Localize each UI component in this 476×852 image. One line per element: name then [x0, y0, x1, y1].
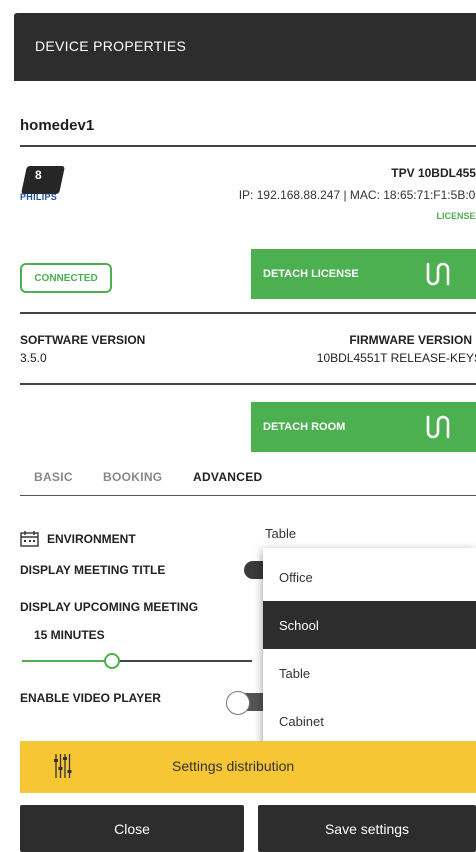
dropdown-option-office[interactable]: Office — [263, 553, 476, 601]
detach-license-label: DETACH LICENSE — [263, 268, 359, 280]
divider — [20, 145, 476, 147]
display-upcoming-meeting-label: DISPLAY UPCOMING MEETING — [20, 600, 199, 614]
environment-label: ENVIRONMENT — [47, 532, 136, 546]
settings-distribution-label: Settings distribution — [172, 758, 295, 774]
software-version-label: SOFTWARE VERSION — [20, 333, 146, 347]
environment-select[interactable]: Table — [265, 526, 296, 541]
enable-video-player-label: ENABLE VIDEO PLAYER — [20, 691, 161, 705]
save-settings-button[interactable]: Save settings — [258, 805, 476, 852]
sliders-icon — [54, 754, 72, 778]
dialog-header: DEVICE PROPERTIES — [14, 13, 476, 81]
device-logo: 8 PHILIPS — [18, 166, 80, 206]
detach-icon — [426, 262, 450, 286]
tab-basic[interactable]: BASIC — [34, 470, 73, 484]
device-name: homedev1 — [20, 117, 95, 134]
detach-room-button[interactable]: DETACH ROOM — [251, 402, 476, 452]
divider — [20, 312, 476, 314]
tabs-divider — [20, 495, 476, 496]
environment-row: ENVIRONMENT — [20, 531, 136, 547]
license-status: LICENSED — [436, 211, 476, 221]
software-version-value: 3.5.0 — [20, 351, 47, 365]
dropdown-option-school[interactable]: School — [263, 601, 476, 649]
settings-distribution-button[interactable]: Settings distribution — [20, 741, 476, 793]
dropdown-option-table[interactable]: Table — [263, 649, 476, 697]
logo-number: 8 — [35, 168, 42, 182]
detach-icon — [426, 415, 450, 439]
device-model: TPV 10BDL4551T — [391, 166, 476, 180]
connection-status-badge: CONNECTED — [20, 263, 112, 293]
detach-room-label: DETACH ROOM — [263, 421, 346, 433]
firmware-version-label: FIRMWARE VERSION — [349, 333, 472, 347]
divider — [20, 383, 476, 385]
brand-label: PHILIPS — [20, 192, 58, 202]
environment-dropdown: Office School Table Cabinet — [263, 548, 476, 748]
firmware-version-value: 10BDL4551T RELEASE-KEYS — [316, 351, 476, 365]
close-button[interactable]: Close — [20, 805, 244, 852]
tab-advanced[interactable]: ADVANCED — [193, 470, 263, 484]
chip-icon — [21, 166, 65, 194]
dialog-title: DEVICE PROPERTIES — [35, 38, 187, 54]
calendar-icon — [20, 531, 39, 547]
detach-license-button[interactable]: DETACH LICENSE — [251, 249, 476, 299]
tab-booking[interactable]: BOOKING — [103, 470, 162, 484]
upcoming-minutes-value: 15 MINUTES — [34, 628, 105, 642]
upcoming-slider-fill — [22, 660, 112, 662]
display-meeting-title-label: DISPLAY MEETING TITLE — [20, 563, 166, 577]
upcoming-slider-handle[interactable] — [104, 653, 120, 669]
enable-video-player-toggle-knob[interactable] — [226, 691, 250, 715]
dropdown-option-cabinet[interactable]: Cabinet — [263, 697, 476, 745]
device-ip-mac: IP: 192.168.88.247 | MAC: 18:65:71:F1:5B… — [238, 188, 476, 202]
